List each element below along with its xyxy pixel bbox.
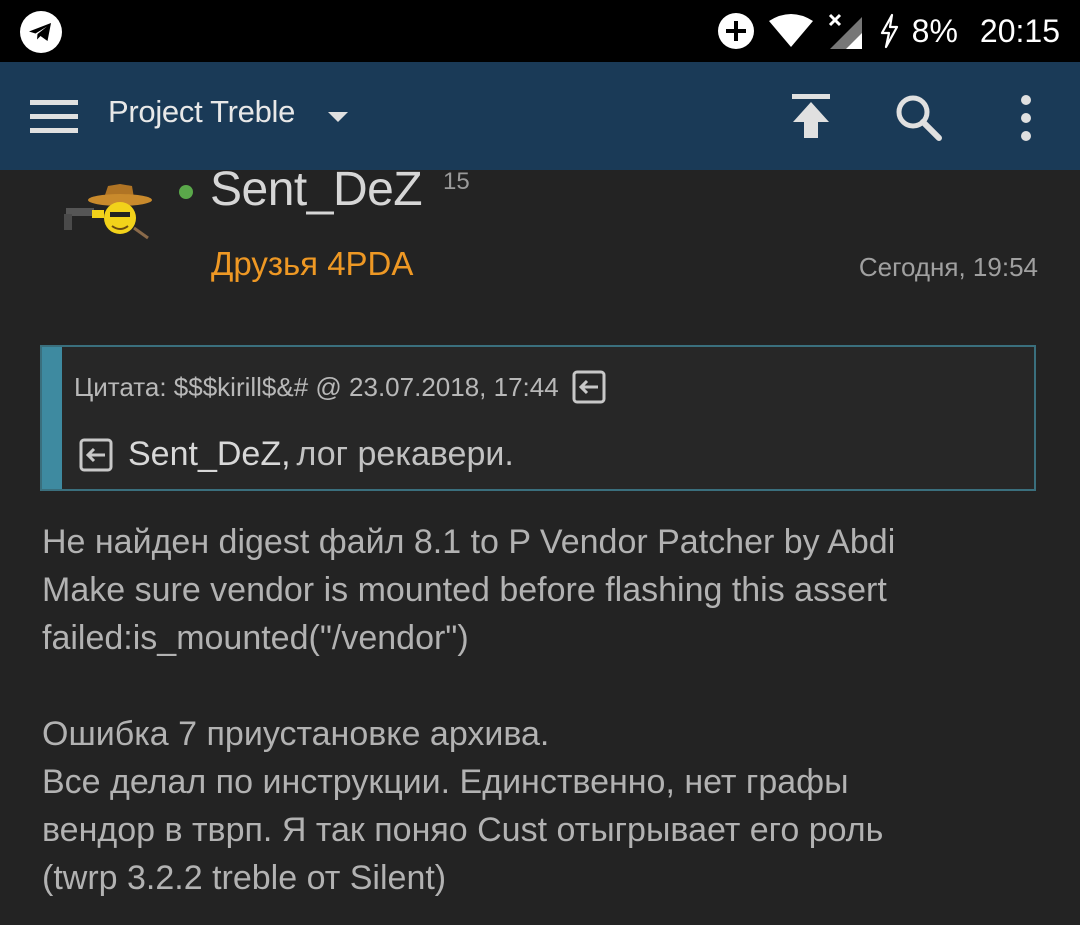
clock: 20:15 bbox=[979, 13, 1060, 49]
quote-header: Цитата: $$$kirill$&# @ 23.07.2018, 17:44 bbox=[74, 369, 607, 405]
menu-icon[interactable] bbox=[30, 98, 78, 134]
status-bar: 8% 20:15 bbox=[0, 0, 1080, 62]
quote-text: лог рекавери. bbox=[296, 435, 514, 473]
go-to-quote-icon[interactable] bbox=[571, 369, 607, 405]
post-line: Не найден digest файл 8.1 to P Vendor Pa… bbox=[42, 523, 896, 561]
no-signal-icon bbox=[828, 13, 862, 49]
quoted-nickname[interactable]: Sent_DeZ, bbox=[128, 435, 291, 474]
post-line: Make sure vendor is mounted before flash… bbox=[42, 571, 887, 609]
quote-body: Sent_DeZ, лог рекавери. bbox=[78, 435, 514, 474]
quote-accent-bar bbox=[42, 347, 62, 489]
author-reputation[interactable]: 15 bbox=[443, 168, 470, 196]
author-group: Друзья 4PDA bbox=[211, 245, 414, 282]
data-saver-icon bbox=[717, 13, 754, 49]
reply-to-icon[interactable] bbox=[78, 437, 114, 473]
post-date: Сегодня, 19:54 bbox=[858, 252, 1038, 282]
search-icon[interactable] bbox=[893, 92, 943, 142]
forum-title[interactable]: Project Treble bbox=[108, 94, 295, 130]
battery-percent: 8% bbox=[911, 13, 958, 49]
app-toolbar: Project Treble bbox=[0, 62, 1080, 170]
post-line: Ошибка 7 приустановке архива. bbox=[42, 715, 550, 753]
post-line: failed:is_mounted("/vendor") bbox=[42, 619, 469, 657]
post-line: (twrp 3.2.2 treble от Silent) bbox=[42, 859, 447, 897]
upload-icon[interactable] bbox=[790, 92, 832, 140]
post-line: Все делал по инструкции. Единственно, не… bbox=[42, 763, 849, 801]
wifi-icon bbox=[768, 14, 813, 47]
charging-icon bbox=[880, 13, 898, 49]
post-body: Не найден digest файл 8.1 to P Vendor Pa… bbox=[42, 518, 1042, 902]
online-indicator bbox=[179, 185, 193, 199]
telegram-icon bbox=[20, 11, 62, 53]
quote-header-text: Цитата: $$$kirill$&# @ 23.07.2018, 17:44 bbox=[74, 371, 559, 402]
more-icon[interactable] bbox=[1014, 94, 1038, 142]
post-line: вендор в тврп. Я так поняо Cust отыгрыва… bbox=[42, 811, 884, 849]
post-author[interactable]: Sent_DeZ bbox=[210, 162, 423, 217]
user-avatar[interactable] bbox=[56, 180, 160, 252]
quote-block: Цитата: $$$kirill$&# @ 23.07.2018, 17:44… bbox=[40, 345, 1036, 491]
dropdown-icon[interactable] bbox=[326, 110, 350, 124]
